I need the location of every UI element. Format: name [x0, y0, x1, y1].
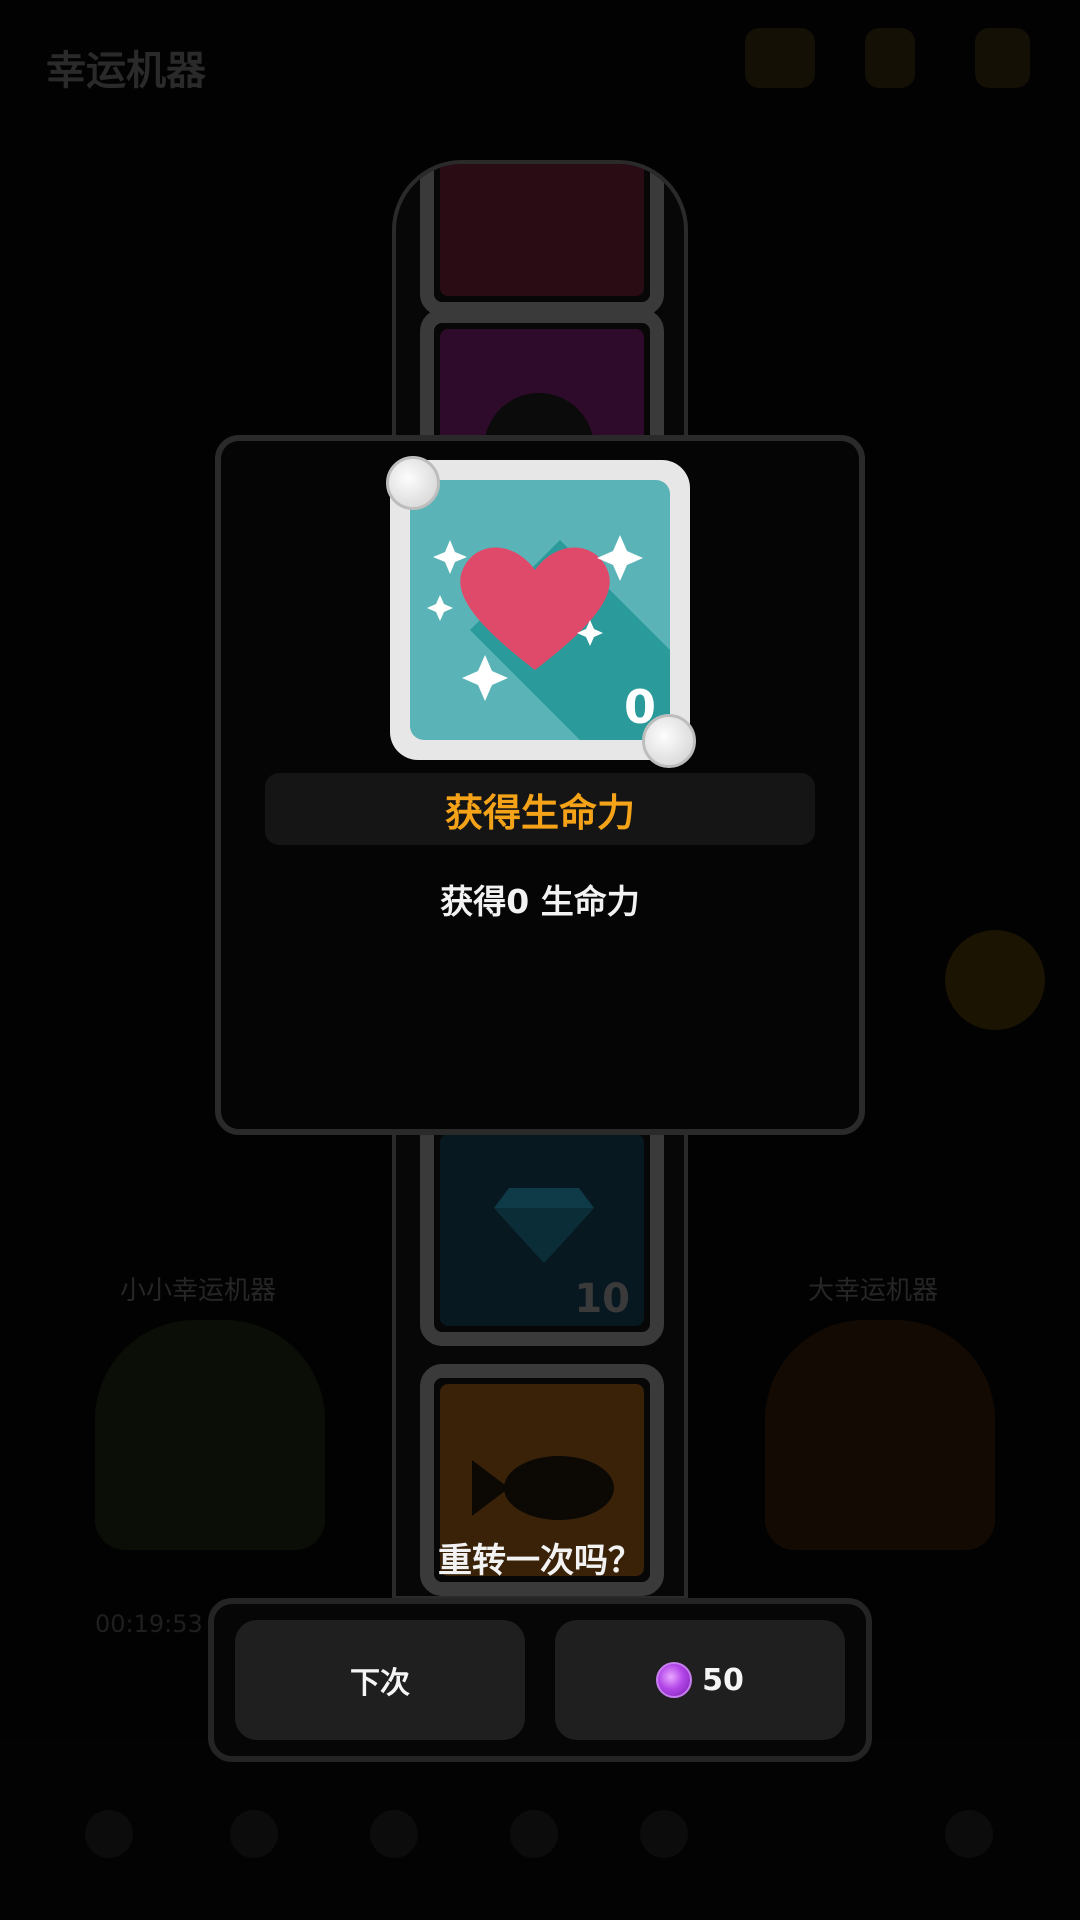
respin-prompt: 重转一次吗？: [438, 1541, 642, 1581]
reward-title: 获得生命力: [444, 790, 635, 835]
nav-home-icon: [85, 1810, 133, 1858]
nav-team-icon: [510, 1810, 558, 1858]
reward-title-bar: 获得生命力: [265, 773, 815, 845]
nav-event-icon: [640, 1810, 688, 1858]
purple-gem-icon: [656, 1662, 693, 1698]
reward-card-face: 0: [410, 480, 670, 740]
diamond-icon: [494, 1188, 594, 1263]
nav-more-icon: [945, 1810, 993, 1858]
fish-icon: [472, 1456, 614, 1520]
left-machine: [95, 1320, 325, 1550]
settings-icon: [975, 28, 1030, 88]
respin-button[interactable]: 50: [555, 1620, 845, 1740]
reel-tile-gem: 10: [420, 1114, 664, 1346]
right-machine: [765, 1320, 995, 1550]
right-machine-label: 大幸运机器: [808, 1276, 939, 1306]
left-timer: 00:19:53: [95, 1610, 203, 1638]
nav-shop-icon: [230, 1810, 278, 1858]
reel-tile-heart: [420, 164, 664, 316]
reward-description: 获得0 生命力: [440, 882, 640, 921]
left-machine-label: 小小幸运机器: [120, 1276, 277, 1306]
shell-icon: [642, 714, 696, 768]
nav-play-icon: [370, 1810, 418, 1858]
video-icon: [745, 28, 815, 88]
next-time-button[interactable]: 下次: [235, 1620, 525, 1740]
gem-tile-count: 10: [574, 1276, 630, 1322]
bonus-coin-icon: [945, 930, 1045, 1030]
shell-icon: [386, 456, 440, 510]
background-title: 幸运机器: [46, 48, 206, 94]
next-time-label: 下次: [350, 1666, 410, 1701]
respin-cost: 50: [702, 1662, 744, 1698]
reward-card: 0: [390, 460, 690, 760]
coin-icon: [865, 28, 915, 88]
